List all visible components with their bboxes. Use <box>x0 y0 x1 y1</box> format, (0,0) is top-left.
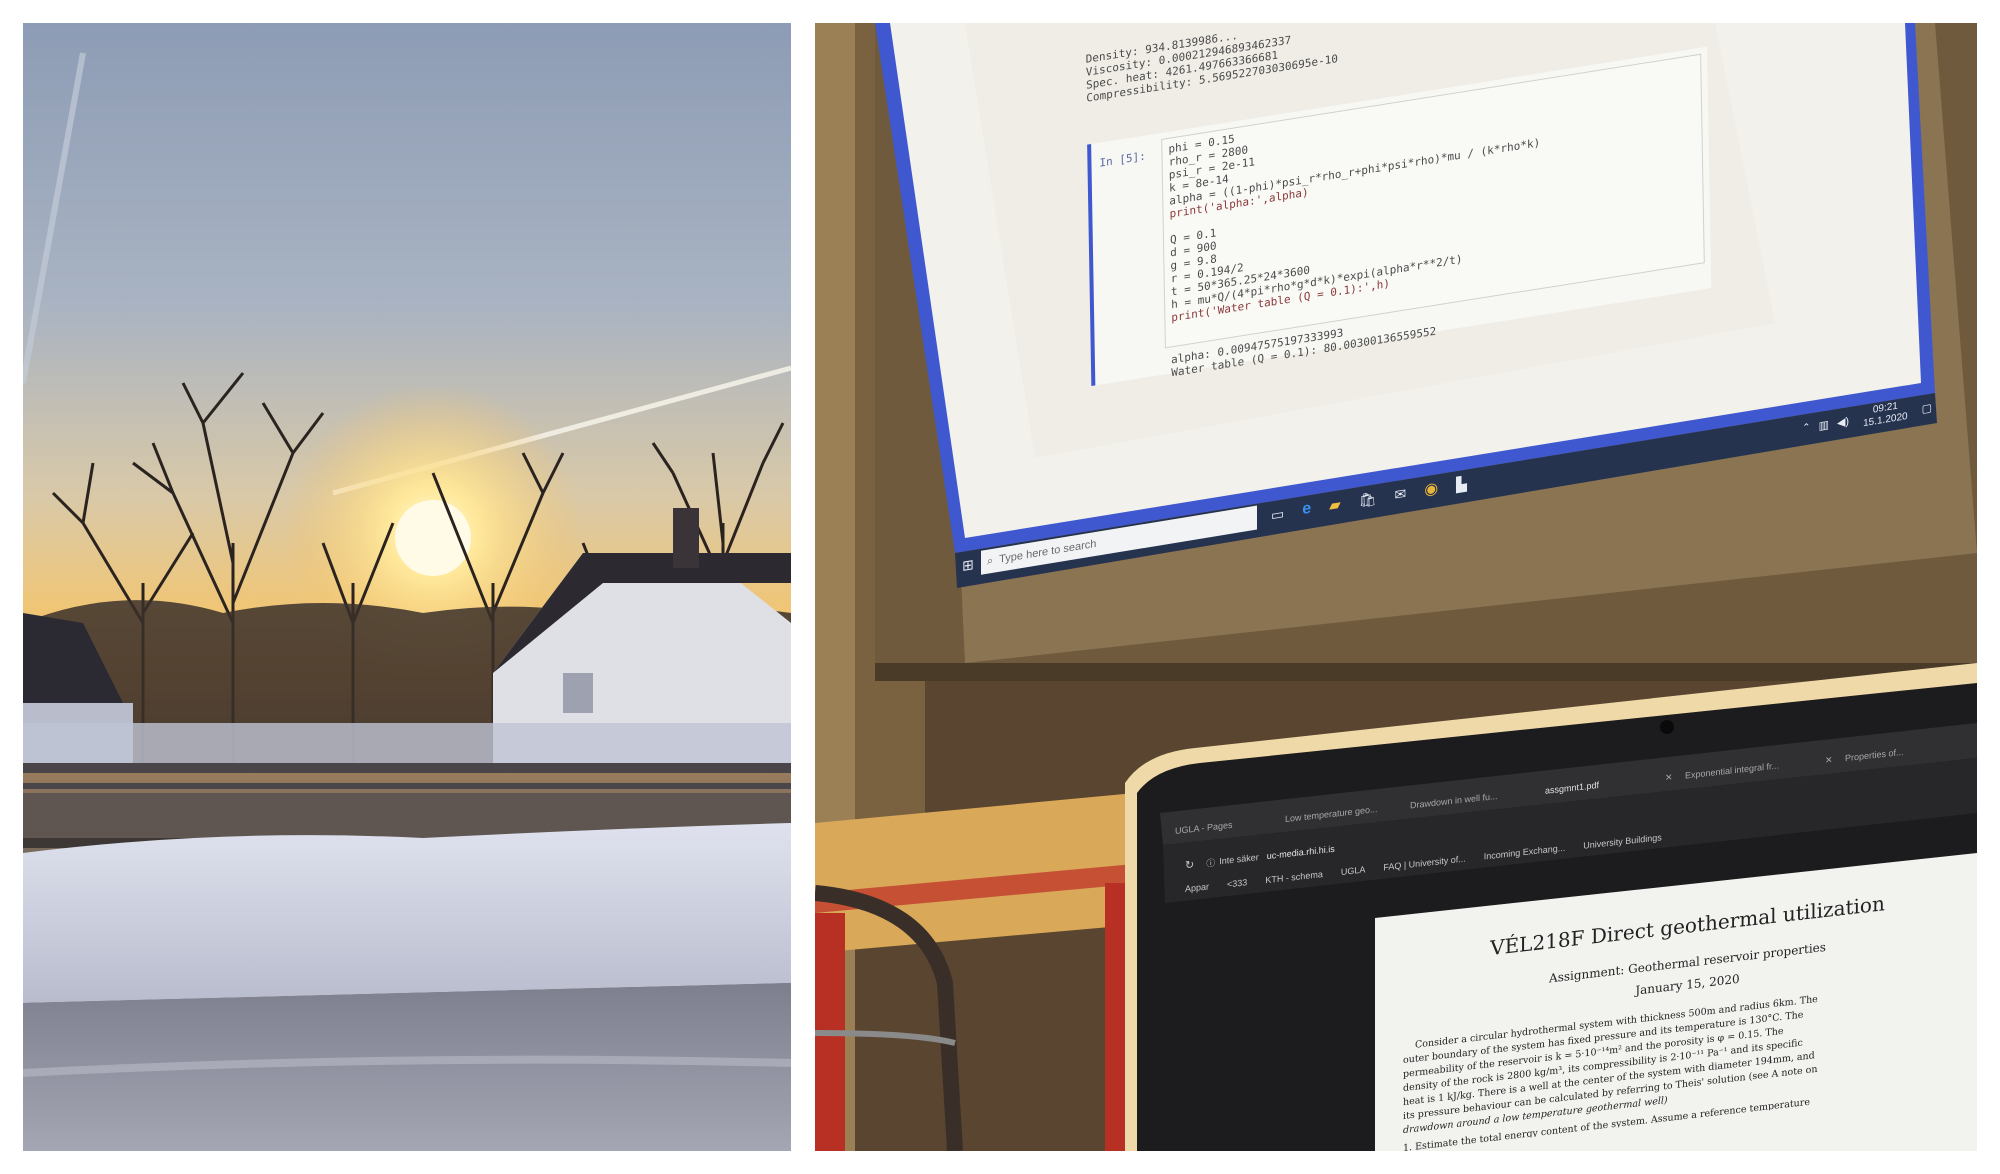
browser-tab-active[interactable]: assgmnt1.pdf <box>1545 773 1665 796</box>
bookmark-item[interactable]: KTH - schema <box>1265 869 1323 885</box>
app-icon[interactable]: ▙ <box>1456 475 1467 494</box>
browser-tab[interactable]: Properties of... <box>1845 742 1945 763</box>
classroom-photo: Density: 934.8139986... Viscosity: 0.000… <box>815 23 1977 1151</box>
bookmark-apps[interactable]: Appar <box>1185 881 1209 894</box>
close-tab-icon[interactable]: ✕ <box>1825 753 1845 766</box>
sunset-scene <box>23 23 791 1151</box>
bookmark-item[interactable]: <333 <box>1227 877 1247 889</box>
cell-prompt: In [5]: <box>1099 149 1146 170</box>
info-icon: ⓘ <box>1206 857 1216 869</box>
webcam <box>1660 720 1674 734</box>
browser-tab[interactable]: UGLA - Pages <box>1175 814 1285 836</box>
snow-bank <box>23 823 791 1003</box>
url-text[interactable]: uc-media.rhi.hi.is <box>1267 844 1335 861</box>
edge-icon[interactable]: e <box>1302 500 1311 519</box>
notification-icon[interactable]: ▢ <box>1922 401 1932 416</box>
bookmark-item[interactable]: University Buildings <box>1583 832 1662 851</box>
search-placeholder: Type here to search <box>999 537 1097 566</box>
windows-start-icon[interactable]: ⊞ <box>955 554 981 575</box>
bookmark-item[interactable]: FAQ | University of... <box>1383 854 1465 873</box>
task-view-icon[interactable]: ▭ <box>1271 505 1284 524</box>
code-cell[interactable]: In [5]: phi = 0.15 rho_r = 2800 psi_r = … <box>1087 46 1712 387</box>
tray-chevron-icon[interactable]: ⌃ <box>1802 421 1810 433</box>
browser-tab[interactable]: Low temperature geo... <box>1285 800 1410 824</box>
search-icon: ⌕ <box>987 554 994 568</box>
security-label: Inte säker <box>1219 851 1259 867</box>
store-icon[interactable]: 🛍 <box>1359 489 1377 509</box>
mail-icon[interactable]: ✉ <box>1394 485 1406 504</box>
bookmark-item[interactable]: UGLA <box>1341 864 1366 877</box>
chrome-icon[interactable]: ◉ <box>1424 478 1438 500</box>
sunset-photo <box>23 23 791 1151</box>
volume-icon[interactable]: ◀) <box>1837 414 1849 429</box>
reload-icon[interactable]: ↻ <box>1185 857 1194 871</box>
file-explorer-icon[interactable]: ▰ <box>1329 495 1341 515</box>
bookmark-item[interactable]: Incoming Exchang... <box>1484 843 1566 862</box>
taskbar-clock[interactable]: 09:21 15.1.2020 <box>1863 399 1908 430</box>
close-tab-icon[interactable]: ✕ <box>1665 770 1685 783</box>
network-icon[interactable]: ▥ <box>1819 417 1829 432</box>
